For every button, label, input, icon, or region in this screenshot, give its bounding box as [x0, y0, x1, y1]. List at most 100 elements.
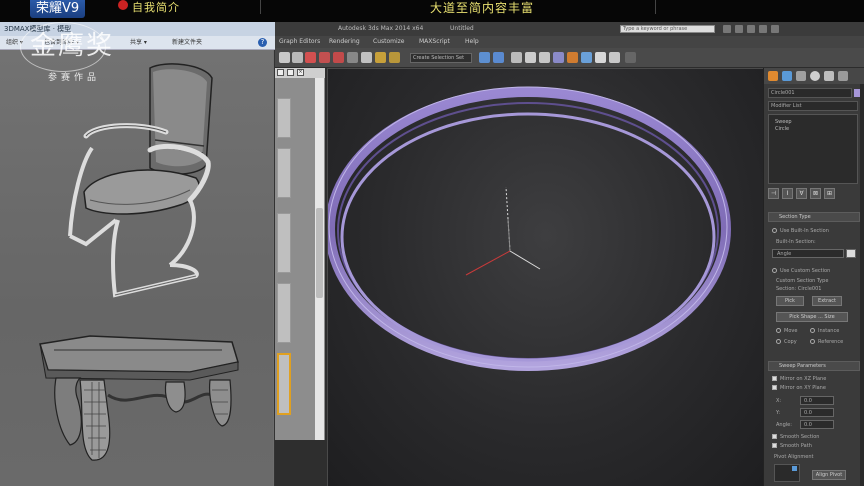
remove-modifier-button[interactable]: ⊠ [810, 188, 821, 199]
menu-share[interactable]: 共享 ▾ [130, 36, 147, 50]
instance-label: Instance [818, 328, 840, 334]
select-name-icon[interactable] [292, 52, 303, 63]
render-frame-icon[interactable] [595, 52, 606, 63]
y-offset-label: Y: [776, 410, 781, 416]
thumbnail-item[interactable] [277, 148, 291, 198]
y-offset-field[interactable]: 0.0 [800, 408, 834, 417]
mirror-icon[interactable] [479, 52, 490, 63]
smooth-section-label: Smooth Section [780, 434, 820, 440]
extract-button[interactable]: Extract [812, 296, 842, 306]
make-unique-button[interactable]: ∀ [796, 188, 807, 199]
render-icon[interactable] [609, 52, 620, 63]
x-offset-label: X: [776, 398, 782, 404]
pin-stack-button[interactable]: ⊣ [768, 188, 779, 199]
toolbar-more-icon[interactable] [625, 52, 636, 63]
utilities-tab-icon[interactable] [838, 71, 848, 81]
scale-icon[interactable] [333, 52, 344, 63]
builtin-section-dropdown[interactable]: Angle [772, 249, 844, 258]
copy-radio[interactable] [776, 339, 781, 344]
community-icon[interactable] [735, 25, 743, 33]
perspective-viewport[interactable] [325, 68, 763, 486]
builtin-section-arrow[interactable] [846, 249, 856, 258]
snap-icon[interactable] [375, 52, 386, 63]
curve-editor-icon[interactable] [539, 52, 550, 63]
reference-radio[interactable] [810, 339, 815, 344]
thumbnail-item[interactable] [277, 213, 291, 273]
sweep-parameters-rollout[interactable]: Sweep Parameters [768, 361, 860, 371]
search-input[interactable]: Type a keyword or phrase [620, 25, 715, 33]
modify-tab-icon[interactable] [782, 71, 792, 81]
display-tab-icon[interactable] [824, 71, 834, 81]
pivot-icon[interactable] [361, 52, 372, 63]
minimize-icon[interactable] [277, 69, 284, 76]
sweep-ring-mesh[interactable] [325, 86, 731, 371]
x-offset-field[interactable]: 0.0 [800, 396, 834, 405]
move-icon[interactable] [305, 52, 316, 63]
object-name-field[interactable]: Circle001 [768, 88, 852, 98]
menu-customize[interactable]: Customize [373, 36, 405, 48]
pivot-alignment-grid[interactable] [774, 464, 800, 482]
max-menu-bar: Graph Editors Rendering Customize MAXScr… [275, 36, 864, 48]
reference-label: Reference [818, 339, 844, 345]
smooth-path-checkbox[interactable] [772, 443, 777, 448]
carved-table-model[interactable] [39, 335, 239, 461]
material-editor-icon[interactable] [567, 52, 578, 63]
help-icon[interactable]: ? [258, 38, 267, 47]
mirror-xz-checkbox[interactable] [772, 376, 777, 381]
maximize-icon[interactable] [287, 69, 294, 76]
rotate-icon[interactable] [319, 52, 330, 63]
create-tab-icon[interactable] [768, 71, 778, 81]
motion-tab-icon[interactable] [810, 71, 820, 81]
ref-coord-icon[interactable] [347, 52, 358, 63]
menu-new-folder[interactable]: 新建文件夹 [172, 36, 202, 50]
show-end-result-button[interactable]: I [782, 188, 793, 199]
modifier-list-dropdown[interactable]: Modifier List [768, 101, 858, 111]
pivot-point-selected[interactable] [792, 466, 797, 471]
max-title-bar: Autodesk 3ds Max 2014 x64 Untitled Type … [275, 22, 864, 36]
help-icon[interactable] [771, 25, 779, 33]
search-icon[interactable] [723, 25, 731, 33]
align-icon[interactable] [493, 52, 504, 63]
exchange-icon[interactable] [747, 25, 755, 33]
schematic-icon[interactable] [553, 52, 564, 63]
menu-graph-editors[interactable]: Graph Editors [279, 36, 320, 48]
banner-intro-text: 自我简介 [132, 1, 180, 14]
close-icon[interactable]: × [297, 69, 304, 76]
render-setup-icon[interactable] [581, 52, 592, 63]
use-custom-radio[interactable] [772, 268, 777, 273]
move-radio[interactable] [776, 328, 781, 333]
section-type-rollout[interactable]: Section Type [768, 212, 860, 222]
smooth-section-checkbox[interactable] [772, 434, 777, 439]
command-panel: Circle001 Modifier List Sweep Circle ⊣ I… [763, 68, 864, 486]
banner-slogan-text: 大道至简内容丰富 [430, 1, 535, 15]
stack-item-circle[interactable]: Circle [775, 126, 789, 132]
transform-gizmo[interactable] [465, 186, 541, 276]
screen: 荣耀V9 自我简介 大道至简内容丰富 3DMAX模型库 · 模型 组织 ▾ 包含… [0, 0, 864, 486]
menu-rendering[interactable]: Rendering [329, 36, 360, 48]
watermark-title: 金鹰奖 [30, 31, 115, 61]
stack-item-sweep[interactable]: Sweep [775, 119, 792, 125]
pick-button[interactable]: Pick [776, 296, 804, 306]
thumbnail-item-selected[interactable] [277, 353, 291, 415]
office-chair-model[interactable] [68, 63, 213, 298]
star-icon[interactable] [759, 25, 767, 33]
thumbnail-item[interactable] [277, 283, 291, 343]
align-pivot-button[interactable]: Align Pivot [812, 470, 846, 480]
pick-shape-button[interactable]: Pick Shape ... Size [776, 312, 848, 322]
graphite-icon[interactable] [525, 52, 536, 63]
menu-maxscript[interactable]: MAXScript [419, 36, 450, 48]
hierarchy-tab-icon[interactable] [796, 71, 806, 81]
select-icon[interactable] [279, 52, 290, 63]
strip-scroll-thumb[interactable] [316, 208, 323, 298]
angle-field[interactable]: 0.0 [800, 420, 834, 429]
menu-help[interactable]: Help [465, 36, 479, 48]
instance-radio[interactable] [810, 328, 815, 333]
configure-sets-button[interactable]: ⊞ [824, 188, 835, 199]
thumbnail-item[interactable] [277, 98, 291, 138]
use-builtin-radio[interactable] [772, 228, 777, 233]
layer-icon[interactable] [511, 52, 522, 63]
selection-set-dropdown[interactable]: Create Selection Set [410, 53, 472, 63]
command-panel-scrollbar[interactable] [860, 84, 864, 486]
angle-snap-icon[interactable] [389, 52, 400, 63]
mirror-xy-checkbox[interactable] [772, 385, 777, 390]
